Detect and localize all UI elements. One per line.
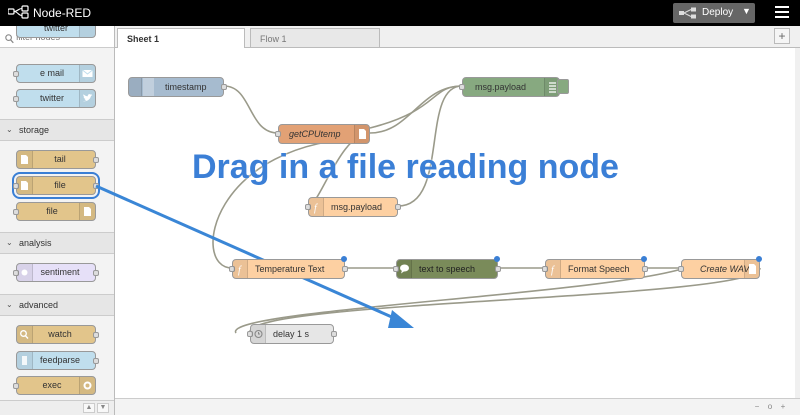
changed-indicator bbox=[756, 256, 762, 262]
node-label: Format Speech bbox=[568, 264, 630, 274]
zoom-in-icon[interactable]: + bbox=[778, 402, 788, 412]
node-label: getCPUtemp bbox=[289, 129, 341, 139]
node-label: Create WAV bbox=[700, 264, 750, 274]
flow-node-format-speech[interactable]: f Format Speech bbox=[542, 256, 648, 279]
node-label: Temperature Text bbox=[255, 264, 325, 274]
flow-node-msg-payload-function[interactable]: f msg.payload bbox=[305, 197, 401, 217]
file-icon bbox=[354, 125, 369, 143]
output-port bbox=[221, 84, 227, 90]
flow-node-delay[interactable]: delay 1 s bbox=[247, 324, 337, 344]
input-port bbox=[459, 84, 465, 90]
function-icon: f bbox=[546, 260, 561, 278]
node-label: delay 1 s bbox=[273, 329, 310, 339]
svg-text:f: f bbox=[551, 265, 555, 276]
zoom-reset-icon[interactable]: o bbox=[765, 402, 775, 412]
output-port bbox=[642, 266, 648, 272]
zoom-out-icon[interactable]: − bbox=[752, 402, 762, 412]
inject-button-icon[interactable] bbox=[129, 78, 142, 96]
flow-node-getcputemp[interactable]: getCPUtemp bbox=[275, 124, 370, 144]
function-icon: f bbox=[309, 198, 324, 216]
input-port bbox=[275, 131, 281, 137]
svg-text:f: f bbox=[314, 203, 318, 214]
debug-toggle-button[interactable] bbox=[557, 79, 569, 94]
node-red-app: Node-RED Deploy ▼ filter nodes twitter e… bbox=[0, 0, 800, 415]
flow-node-text-to-speech[interactable]: text to speech bbox=[393, 256, 501, 279]
arrow-in-icon bbox=[143, 78, 154, 96]
file-icon bbox=[744, 260, 759, 278]
output-port bbox=[495, 266, 501, 272]
workspace-footer: − o + bbox=[115, 398, 800, 415]
wire bbox=[397, 85, 463, 207]
speech-bubble-icon bbox=[397, 260, 412, 278]
input-port bbox=[678, 266, 684, 272]
node-label: timestamp bbox=[165, 82, 207, 92]
instruction-caption: Drag in a file reading node bbox=[192, 148, 619, 186]
flow-node-temperature-text[interactable]: f Temperature Text bbox=[229, 256, 348, 279]
output-port bbox=[342, 266, 348, 272]
changed-indicator bbox=[641, 256, 647, 262]
output-port bbox=[395, 204, 401, 210]
function-icon: f bbox=[233, 260, 248, 278]
clock-icon bbox=[251, 325, 266, 343]
node-label: msg.payload bbox=[331, 202, 383, 212]
changed-indicator bbox=[494, 256, 500, 262]
flow-node-debug-msg-payload[interactable]: msg.payload bbox=[459, 77, 560, 97]
output-port bbox=[331, 331, 337, 337]
flow-node-create-wav[interactable]: Create WAV bbox=[678, 256, 762, 279]
node-label: text to speech bbox=[419, 264, 476, 274]
node-label: msg.payload bbox=[475, 82, 527, 92]
wire bbox=[223, 85, 279, 134]
svg-text:f: f bbox=[238, 265, 242, 276]
flow-node-timestamp[interactable]: timestamp bbox=[128, 77, 227, 97]
changed-indicator bbox=[341, 256, 347, 262]
